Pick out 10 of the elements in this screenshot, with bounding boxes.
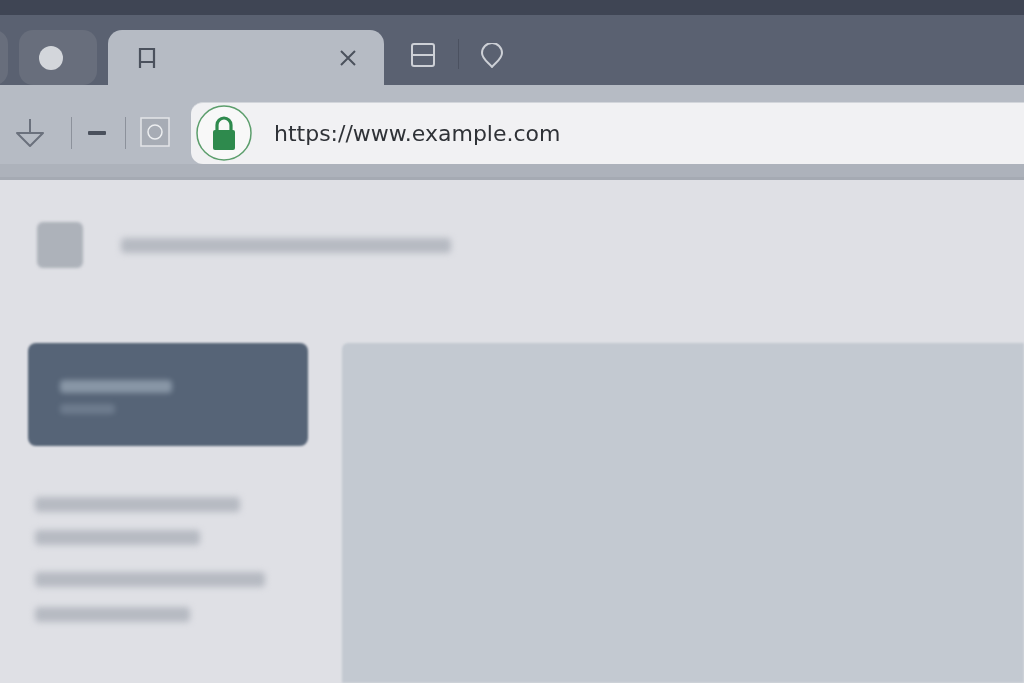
close-icon[interactable]: [340, 49, 356, 66]
panel-icon[interactable]: [411, 43, 435, 67]
circle-icon: [39, 45, 63, 70]
pin-icon[interactable]: [481, 43, 503, 68]
browser-tab[interactable]: [19, 30, 97, 85]
address-bar[interactable]: https://www.example.com: [191, 102, 1024, 164]
download-icon[interactable]: [15, 118, 45, 148]
blurred-icon: [37, 222, 83, 268]
bookmark-icon: [136, 46, 158, 69]
lock-icon[interactable]: [196, 105, 252, 161]
